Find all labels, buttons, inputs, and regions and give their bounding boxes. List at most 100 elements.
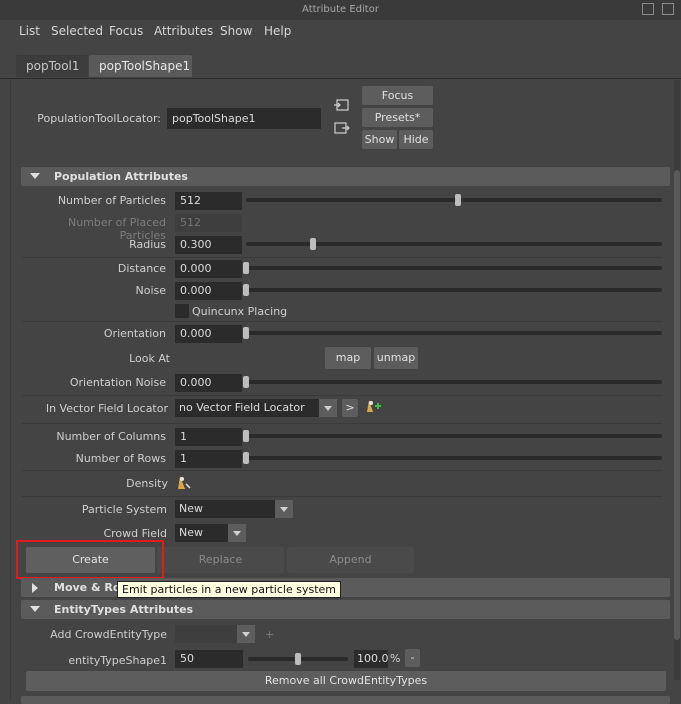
menu-selected[interactable]: Selected — [51, 24, 103, 38]
noise-slider[interactable] — [243, 284, 662, 296]
separator — [22, 257, 662, 258]
particle-system-value: New — [179, 502, 203, 515]
radius-field[interactable]: 0.300 — [175, 236, 242, 254]
tab-poptool1[interactable]: popTool1 — [16, 55, 88, 77]
float-icon[interactable] — [642, 3, 654, 15]
density-label: Density — [126, 477, 168, 490]
orientation-label: Orientation — [103, 327, 166, 340]
menu-show[interactable]: Show — [220, 24, 252, 38]
menu-list[interactable]: List — [19, 24, 40, 38]
slider-thumb[interactable] — [243, 376, 249, 388]
particle-system-dropdown[interactable]: New — [175, 500, 293, 518]
quincunx-label: Quincunx Placing — [192, 305, 288, 318]
add-entity-label: Add CrowdEntityType — [50, 628, 167, 641]
separator — [22, 470, 662, 471]
rows-label: Number of Rows — [75, 452, 166, 465]
separator — [22, 496, 662, 497]
columns-label: Number of Columns — [56, 430, 166, 443]
tooltip: Emit particles in a new particle system — [117, 581, 341, 598]
quincunx-checkbox[interactable] — [175, 304, 189, 318]
entity-shape-slider[interactable] — [248, 653, 348, 665]
rows-field[interactable]: 1 — [175, 450, 242, 468]
entitytypes-attributes-header[interactable]: EntityTypes Attributes — [21, 600, 670, 619]
distance-field[interactable]: 0.000 — [175, 260, 242, 278]
tab-poptoolshape1[interactable]: popToolShape1 — [89, 55, 192, 77]
chevron-down-icon[interactable] — [275, 500, 293, 518]
slider-thumb[interactable] — [243, 284, 249, 296]
map-button[interactable]: map — [325, 347, 371, 369]
look-at-label: Look At — [129, 352, 170, 365]
vector-field-dropdown[interactable]: no Vector Field Locator — [175, 399, 337, 417]
vector-field-value: no Vector Field Locator — [179, 401, 305, 414]
slider-thumb[interactable] — [309, 238, 316, 250]
particle-system-label: Particle System — [81, 503, 167, 516]
orientation-field[interactable]: 0.000 — [175, 325, 242, 343]
entity-percent-unit: % — [390, 652, 401, 665]
slider-thumb[interactable] — [243, 262, 249, 274]
menu-help[interactable]: Help — [264, 24, 291, 38]
add-entity-plus[interactable]: + — [265, 628, 274, 641]
vector-field-label: In Vector Field Locator — [45, 402, 168, 415]
orientation-noise-label: Orientation Noise — [69, 376, 166, 389]
chevron-down-icon[interactable] — [228, 524, 246, 542]
add-entity-dropdown[interactable] — [175, 625, 255, 643]
unmap-button[interactable]: unmap — [374, 347, 418, 369]
hide-button[interactable]: Hide — [399, 130, 433, 149]
input-output-icon[interactable] — [334, 121, 350, 135]
separator — [22, 321, 662, 322]
noise-label: Noise — [135, 284, 166, 297]
close-icon[interactable] — [662, 3, 674, 15]
focus-button[interactable]: Focus — [362, 86, 433, 105]
highlight-box — [16, 540, 164, 579]
menu-attributes[interactable]: Attributes — [154, 24, 213, 38]
radius-label: Radius — [129, 238, 166, 251]
section-title: Population Attributes — [54, 170, 188, 183]
collapse-arrow-icon — [30, 606, 40, 612]
append-button[interactable]: Append — [287, 547, 414, 573]
window-title: Attribute Editor — [302, 4, 379, 15]
remove-all-entitytypes-button[interactable]: Remove all CrowdEntityTypes — [26, 671, 666, 691]
slider-thumb[interactable] — [295, 653, 301, 665]
columns-field[interactable]: 1 — [175, 428, 242, 446]
paint-density-icon[interactable] — [176, 474, 192, 492]
slider-thumb[interactable] — [243, 430, 249, 442]
distance-slider[interactable] — [243, 262, 662, 274]
entity-shape-label: entityTypeShape1 — [68, 654, 167, 667]
slider-thumb[interactable] — [243, 452, 249, 464]
locator-label: PopulationToolLocator: — [37, 112, 161, 125]
columns-slider[interactable] — [243, 430, 662, 442]
select-node-icon[interactable] — [334, 98, 350, 112]
presets-button[interactable]: Presets* — [362, 108, 433, 127]
show-button[interactable]: Show — [362, 130, 397, 149]
window-titlebar: Attribute Editor — [0, 0, 681, 21]
replace-button[interactable]: Replace — [157, 547, 284, 573]
radius-slider[interactable] — [246, 238, 662, 250]
create-vector-field-icon[interactable] — [364, 398, 382, 416]
num-particles-field[interactable]: 512 — [175, 192, 242, 210]
orientation-slider[interactable] — [243, 327, 662, 339]
entity-shape-field[interactable]: 50 — [175, 650, 243, 668]
num-particles-slider[interactable] — [246, 194, 662, 206]
population-attributes-header[interactable]: Population Attributes — [21, 167, 670, 186]
remove-entity-button[interactable]: - — [405, 649, 420, 667]
next-section-header[interactable] — [21, 696, 670, 704]
scrollbar-thumb[interactable] — [674, 170, 680, 640]
rows-slider[interactable] — [243, 452, 662, 464]
chevron-down-icon[interactable] — [237, 625, 255, 643]
entity-percent-field[interactable]: 100.0 — [354, 650, 389, 668]
orientation-noise-slider[interactable] — [243, 376, 662, 388]
section-title: EntityTypes Attributes — [54, 603, 194, 616]
slider-thumb[interactable] — [243, 327, 249, 339]
crowd-field-dropdown[interactable]: New — [175, 524, 246, 542]
goto-vector-field-button[interactable]: > — [342, 399, 358, 417]
slider-thumb[interactable] — [455, 194, 462, 206]
noise-field[interactable]: 0.000 — [175, 282, 242, 300]
locator-field[interactable]: popToolShape1 — [167, 108, 321, 129]
section-title: Move & Ro — [54, 581, 121, 594]
menu-focus[interactable]: Focus — [109, 24, 143, 38]
scrollbar[interactable] — [674, 80, 680, 680]
orientation-noise-field[interactable]: 0.000 — [175, 374, 242, 392]
chevron-down-icon[interactable] — [319, 399, 337, 417]
distance-label: Distance — [117, 262, 166, 275]
expand-arrow-icon — [32, 583, 38, 593]
